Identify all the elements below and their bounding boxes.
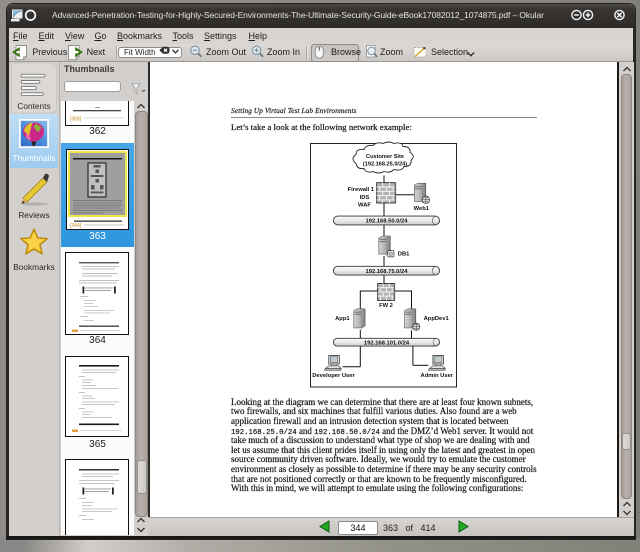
svg-text:IDS: IDS [360,195,370,201]
svg-text:Firewall 1: Firewall 1 [348,187,375,193]
svg-text:[366]: [366] [70,117,82,123]
svg-text:192.168.75.0/24: 192.168.75.0/24 [366,269,409,275]
svg-text:[344]: [344] [70,223,82,229]
svg-text:192.168.50.0/24: 192.168.50.0/24 [366,219,409,225]
svg-text:(192.168.25.0/24): (192.168.25.0/24) [363,162,407,168]
svg-text:DB1: DB1 [398,252,410,258]
svg-text:Admin User: Admin User [421,373,454,379]
svg-text:Customer Site: Customer Site [366,154,404,160]
svg-text:WAF: WAF [358,203,371,209]
svg-text:FW 2: FW 2 [379,303,393,309]
svg-text:Developer User: Developer User [312,373,355,379]
svg-text:192.168.101.0/24: 192.168.101.0/24 [364,340,410,346]
svg-text:AppDev1: AppDev1 [424,316,450,322]
svg-text:Web1: Web1 [414,206,430,212]
svg-text:App1: App1 [335,316,350,322]
